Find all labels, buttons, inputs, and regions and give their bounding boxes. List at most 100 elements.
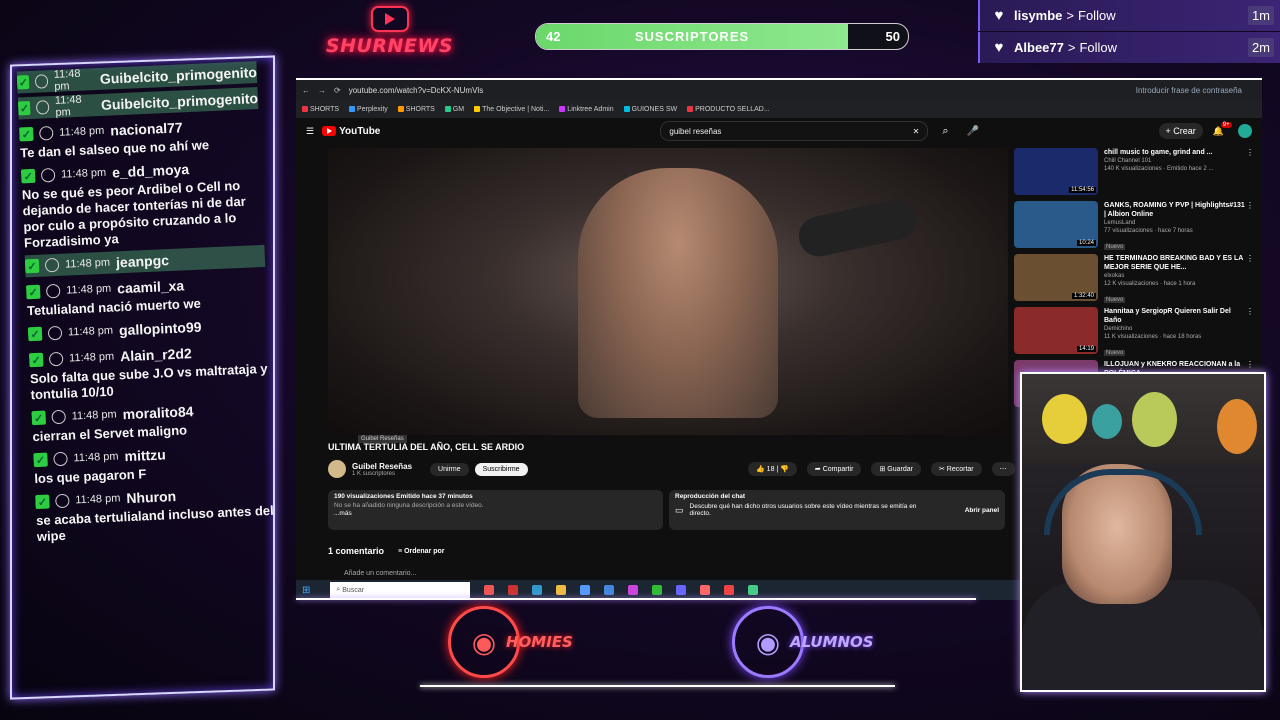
pokeball-icon[interactable] xyxy=(724,585,735,595)
share-button[interactable]: ➦ Compartir xyxy=(806,462,862,476)
user-icon xyxy=(48,351,64,367)
notifications-icon[interactable]: 🔔 9+ xyxy=(1213,121,1232,137)
bookmark-item[interactable]: The Objective | Noti... xyxy=(474,106,549,113)
video-thumbnail[interactable]: 10:24 xyxy=(1014,201,1098,248)
check-badge-icon: ✓ xyxy=(28,352,44,368)
recommended-title[interactable]: HE TERMINADO BREAKING BAD Y ES LA MEJOR … xyxy=(1104,254,1246,272)
bookmark-label: SHORTS xyxy=(310,105,340,113)
clip-button[interactable]: ✂ Recortar xyxy=(930,462,982,476)
follower-name: lisymbe xyxy=(1014,8,1063,23)
follow-time: 2m xyxy=(1247,38,1274,57)
video-thumbnail[interactable]: 11:54:56 xyxy=(1014,148,1098,195)
video-thumbnail[interactable]: 14:19 xyxy=(1014,307,1098,354)
user-icon xyxy=(36,100,50,115)
user-icon xyxy=(55,493,70,509)
subscribe-button[interactable]: Suscribirme xyxy=(474,462,528,476)
folder-icon[interactable] xyxy=(556,585,567,595)
chat-time: 11:48 pm xyxy=(65,282,112,297)
chrome-icon[interactable] xyxy=(652,585,663,595)
app2-icon[interactable] xyxy=(700,585,711,595)
chat-username: nacional77 xyxy=(109,119,183,139)
app-icon[interactable] xyxy=(604,585,615,595)
save-label: Guardar xyxy=(887,466,913,473)
recommended-video[interactable]: 11:54:56 chill music to game, grind and .… xyxy=(1014,148,1254,196)
bookmark-item[interactable]: SHORTS xyxy=(397,106,435,113)
password-hint[interactable]: Introducir frase de contraseña xyxy=(1136,86,1242,95)
description-text: No se ha añadido ninguna descripción a e… xyxy=(334,502,484,509)
brave-icon[interactable] xyxy=(484,585,495,595)
recommended-title[interactable]: GANKS, ROAMING Y PVP | Highlights#131 | … xyxy=(1104,201,1246,219)
chat-username: moralito84 xyxy=(122,403,194,423)
bookmark-item[interactable]: GUIONES SW xyxy=(623,105,677,113)
bookmark-item[interactable]: Perplexity xyxy=(349,106,388,113)
store-icon[interactable] xyxy=(580,585,591,595)
sheets-icon[interactable] xyxy=(748,585,759,595)
clear-icon[interactable]: ✕ xyxy=(913,127,920,136)
save-button[interactable]: ⊞ Guardar xyxy=(871,462,921,476)
create-button[interactable]: + Crear xyxy=(1158,123,1203,139)
recommended-channel[interactable]: Demichino xyxy=(1104,325,1246,333)
sort-button[interactable]: ≡ Ordenar por xyxy=(398,548,444,555)
bookmark-item[interactable]: SHORTS xyxy=(302,106,339,113)
join-button[interactable]: Unirme xyxy=(430,462,469,476)
plush-toy xyxy=(1132,392,1177,447)
recommended-channel[interactable]: Chill Channel 101 xyxy=(1104,157,1246,165)
bookmarks-bar: SHORTS Perplexity SHORTS GM The Objective | … xyxy=(296,100,1262,118)
add-comment-input[interactable]: Añade un comentario... xyxy=(344,570,416,577)
video-description[interactable]: 190 visualizaciones Emitido hace 37 minu… xyxy=(328,490,663,530)
recommended-title[interactable]: Hannitaa y SergiopR Quieren Salir Del Ba… xyxy=(1104,307,1246,325)
youtube-logo-label: YouTube xyxy=(339,125,381,137)
recommended-video[interactable]: 14:19 Hannitaa y SergiopR Quieren Salir D… xyxy=(1014,307,1254,356)
headset xyxy=(1044,469,1202,535)
more-options-icon[interactable]: ⋮ xyxy=(1246,254,1254,302)
edge-icon[interactable] xyxy=(532,585,543,595)
bookmark-item[interactable]: PRODUCTO SELLAD... xyxy=(687,106,770,113)
opera-icon[interactable] xyxy=(508,585,519,595)
address-bar[interactable]: youtube.com/watch?v=DcKX-NUmVls xyxy=(349,86,484,95)
video-player[interactable] xyxy=(328,148,1008,435)
forward-icon[interactable]: → xyxy=(318,86,326,95)
user-icon xyxy=(53,451,68,467)
obs-icon[interactable] xyxy=(628,585,639,595)
bookmark-icon xyxy=(623,105,630,112)
bookmark-item[interactable]: Linktree Admin xyxy=(559,106,614,113)
recommended-meta: 11 K visualizaciones · hace 18 horas xyxy=(1104,334,1202,340)
like-button[interactable]: 👍 18 | 👎 xyxy=(748,462,797,476)
channel-logo: SHURNEWS xyxy=(322,6,457,62)
channel-avatar[interactable] xyxy=(328,460,346,478)
plush-toy xyxy=(1092,404,1122,439)
chat-icon: ▭ xyxy=(675,504,684,515)
recommended-channel[interactable]: elxokas xyxy=(1104,272,1246,280)
chat-username: jeanpgc xyxy=(115,252,170,271)
recommended-channel[interactable]: LemusLand xyxy=(1104,219,1246,227)
menu-icon[interactable]: ☰ xyxy=(306,126,314,137)
reload-icon[interactable]: ⟳ xyxy=(334,86,341,95)
mic-icon[interactable]: 🎤 xyxy=(967,126,979,137)
avatar[interactable] xyxy=(1238,124,1252,138)
user-icon xyxy=(45,283,61,299)
youtube-logo[interactable]: YouTube xyxy=(322,126,380,137)
chat-username: Alain_r2d2 xyxy=(119,345,193,365)
more-options-icon[interactable]: ⋮ xyxy=(1246,307,1254,355)
team-alumnos-name: ALUMNOS xyxy=(790,633,874,651)
channel-name[interactable]: Guibel Reseñas xyxy=(352,462,412,471)
recommended-title[interactable]: chill music to game, grind and ... xyxy=(1104,148,1246,157)
chat-time: 11:48 pm xyxy=(75,492,121,507)
video-thumbnail[interactable]: 1:32:40 xyxy=(1014,254,1098,301)
discord-icon[interactable] xyxy=(676,585,687,595)
windows-start-icon[interactable]: ⊞ xyxy=(302,585,310,596)
search-input[interactable]: guibel reseñas ✕ xyxy=(660,121,929,141)
bookmark-item[interactable]: GM xyxy=(444,106,464,113)
recommended-video[interactable]: 10:24 GANKS, ROAMING Y PVP | Highlights#1… xyxy=(1014,201,1254,250)
back-icon[interactable]: ← xyxy=(302,86,310,95)
more-options-icon[interactable]: ⋮ xyxy=(1246,148,1254,196)
description-more[interactable]: ...más xyxy=(334,510,657,517)
taskbar-search[interactable]: ⌕ Buscar xyxy=(330,582,471,598)
bookmark-icon xyxy=(302,105,308,112)
bookmark-icon xyxy=(349,105,356,112)
open-panel-button[interactable]: Abrir panel xyxy=(965,507,999,514)
more-options-icon[interactable]: ⋮ xyxy=(1246,201,1254,249)
search-icon[interactable]: ⌕ xyxy=(942,125,948,138)
recommended-video[interactable]: 1:32:40 HE TERMINADO BREAKING BAD Y ES LA… xyxy=(1014,254,1254,303)
more-button[interactable]: ⋯ xyxy=(991,462,1015,476)
